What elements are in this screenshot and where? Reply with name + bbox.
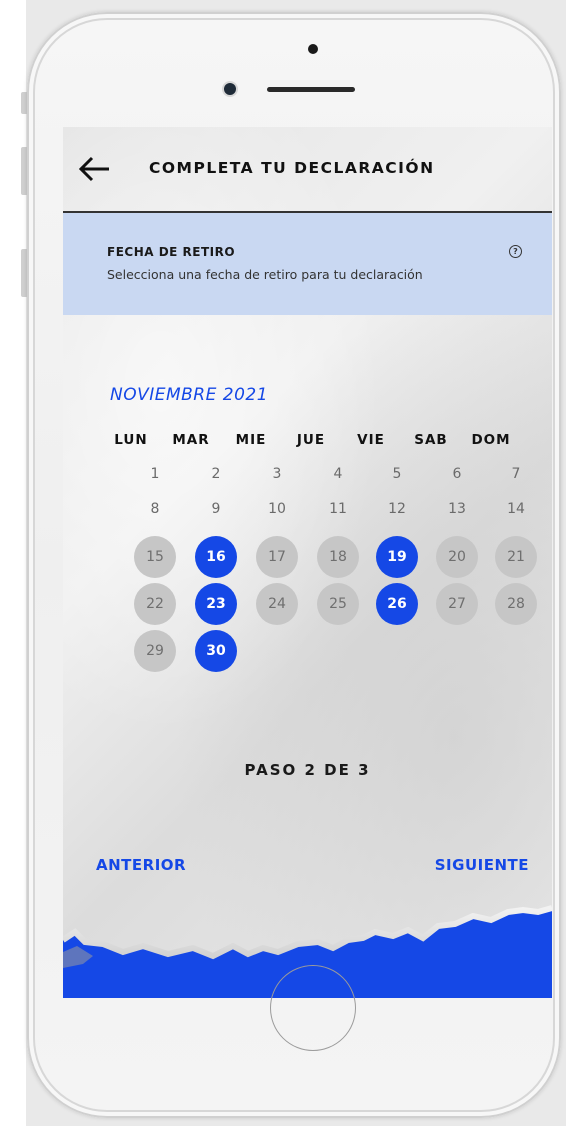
calendar-day-20: 20 [436,536,478,578]
weekday-sab: SAB [414,432,448,448]
front-camera [224,83,236,95]
calendar-day-8: 8 [150,501,160,517]
calendar-day-12: 12 [388,501,406,517]
calendar-day-9: 9 [211,501,221,517]
calendar-day-28: 28 [495,583,537,625]
weekday-mar: MAR [172,432,210,448]
info-banner: FECHA DE RETIRO Selecciona una fecha de … [63,213,552,315]
home-button[interactable] [270,965,356,1051]
weekday-lun: LUN [114,432,148,448]
calendar-day-14: 14 [507,501,525,517]
weekday-mie: MIE [235,432,267,448]
weekday-dom: DOM [471,432,511,448]
info-subtitle: Selecciona una fecha de retiro para tu d… [107,267,423,282]
proximity-sensor [308,44,318,54]
calendar-day-25: 25 [317,583,359,625]
calendar-day-17: 17 [256,536,298,578]
calendar-day-22: 22 [134,583,176,625]
calendar-day-26[interactable]: 26 [376,583,418,625]
app-screen: COMPLETA TU DECLARACIÓN FECHA DE RETIRO … [63,127,552,998]
info-title: FECHA DE RETIRO [107,245,236,259]
calendar-month-label: NOVIEMBRE 2021 [110,385,269,405]
earpiece-speaker [267,87,355,92]
previous-button[interactable]: ANTERIOR [96,856,186,874]
calendar-day-23[interactable]: 23 [195,583,237,625]
calendar-day-27: 27 [436,583,478,625]
calendar-day-15: 15 [134,536,176,578]
calendar-day-16[interactable]: 16 [195,536,237,578]
help-icon[interactable]: ? [509,245,522,258]
calendar-day-19[interactable]: 19 [376,536,418,578]
calendar-day-29: 29 [134,630,176,672]
next-button[interactable]: SIGUIENTE [435,856,529,874]
step-indicator: PASO 2 DE 3 [244,761,371,779]
calendar-day-24: 24 [256,583,298,625]
app-header: COMPLETA TU DECLARACIÓN [63,127,552,213]
calendar-day-18: 18 [317,536,359,578]
weekday-vie: VIE [357,432,385,448]
calendar-day-10: 10 [268,501,286,517]
calendar-day-30[interactable]: 30 [195,630,237,672]
calendar-weekday-row: LUN MAR MIE JUE VIE SAB DOM [101,432,521,452]
weekday-jue: JUE [296,432,326,448]
page-title: COMPLETA TU DECLARACIÓN [149,159,435,177]
calendar-day-11: 11 [329,501,347,517]
calendar-day-21: 21 [495,536,537,578]
arrow-left-icon[interactable] [79,156,111,182]
calendar-day-13: 13 [448,501,466,517]
phone-frame: COMPLETA TU DECLARACIÓN FECHA DE RETIRO … [27,12,561,1118]
